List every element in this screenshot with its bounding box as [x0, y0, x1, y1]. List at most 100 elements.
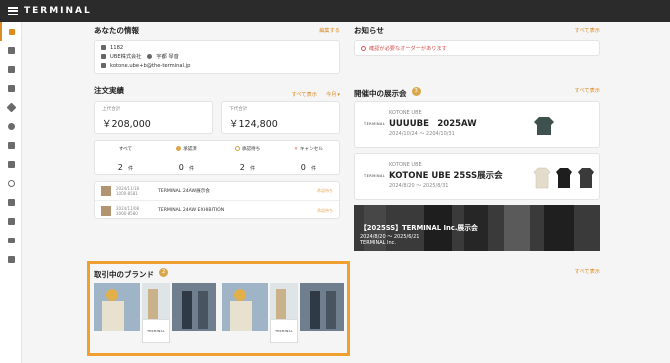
exhibition-name: UUUUBE 2025AW — [389, 119, 477, 129]
exhibition-brand: KOTONE UBE — [389, 162, 422, 168]
brand-logo: TERMINAL — [275, 329, 293, 333]
dashboard-icon — [9, 28, 15, 35]
status-pending[interactable]: 承認待ち 2 件 — [217, 141, 278, 174]
help-icon — [7, 180, 15, 187]
exhibition-logo: TERMINAL — [364, 122, 386, 126]
product-images — [533, 167, 594, 189]
brand-card[interactable]: TERMINAL — [94, 283, 216, 343]
order-thumbnail — [101, 205, 111, 216]
status-value: 2 — [239, 163, 245, 172]
profile-person: 宇都 琴音 — [156, 54, 179, 60]
app-logo[interactable]: TERMINAL — [24, 6, 92, 16]
upper-total-label: 上代合計 — [102, 107, 121, 112]
menu-icon[interactable] — [8, 7, 18, 15]
sidebar-item-logout[interactable] — [0, 250, 22, 269]
profile-card: 1182 UBE株式会社 宇都 琴音 kotone.ube+b@the-termi… — [94, 40, 340, 74]
order-thumbnail — [101, 186, 111, 196]
status-label: キャンセル — [299, 147, 323, 152]
profile-company: UBE株式会社 — [110, 54, 142, 60]
order-status: 承認待ち — [317, 207, 333, 213]
profile-email: kotone.ube+b@the-terminal.jp — [110, 63, 191, 69]
sidebar-item-dashboard[interactable] — [0, 22, 22, 41]
status-label: すべて — [118, 147, 133, 152]
status-value: 2 — [117, 163, 123, 172]
cancel-icon: ✕ — [294, 147, 298, 152]
exhibition-name: KOTONE UBE 25SS展示会 — [389, 171, 503, 181]
top-bar: TERMINAL — [0, 0, 670, 22]
status-all[interactable]: すべて 2 件 — [95, 141, 156, 174]
status-approved[interactable]: 承認済 0 件 — [156, 141, 217, 174]
news-card[interactable]: 確認が必要なオーダーがあります — [354, 40, 600, 56]
banner-company: TERMINAL Inc. — [360, 240, 396, 246]
order-status: 承認待ち — [317, 188, 333, 193]
brand-card[interactable]: TERMINAL — [222, 283, 344, 343]
status-label: 承認待ち — [241, 147, 261, 152]
chat-icon — [7, 123, 15, 130]
lower-total-card: 下代合計 ￥124,800 — [221, 101, 340, 134]
news-see-all-link[interactable]: すべて表示 — [575, 27, 600, 34]
id-card-icon — [7, 218, 15, 225]
status-unit: 件 — [249, 166, 256, 172]
sidebar-item-profile[interactable] — [0, 212, 22, 231]
order-name: TERMINAL 24AW展示会 — [158, 189, 210, 194]
exhibitions-count-badge: 3 — [411, 86, 421, 96]
mail-icon — [101, 63, 106, 68]
tag-icon — [6, 102, 16, 113]
sidebar-item-orders[interactable] — [0, 60, 22, 79]
chevron-down-icon[interactable]: ▾ — [337, 92, 340, 98]
status-cancelled[interactable]: ✕ キャンセル 0 件 — [278, 141, 339, 174]
orders-see-all-link[interactable]: すべて表示 — [292, 92, 317, 98]
exhibition-brand: KOTONE UBE — [389, 110, 422, 116]
exhibition-card[interactable]: TERMINAL KOTONE UBE UUUUBE 2025AW 2024/1… — [354, 101, 600, 148]
table-row[interactable]: 2024/11/08 1000-8580 TERMINAL 24AW EXHIB… — [95, 201, 339, 220]
exhibition-logo: TERMINAL — [364, 174, 386, 178]
exhibition-period: 2024/10/24 〜 2204/10/31 — [389, 131, 455, 137]
period-select[interactable]: 今月 — [326, 92, 336, 98]
banner-title: 【2025SS】TERMINAL Inc.展示会 — [360, 224, 478, 232]
status-unit: 件 — [188, 166, 195, 172]
list-icon — [7, 47, 15, 54]
approved-icon — [176, 146, 182, 151]
table-row[interactable]: 2024/11/18 1000-8581 TERMINAL 24AW展示会 承認… — [95, 182, 339, 201]
gift-icon — [7, 161, 15, 168]
sidebar-item-announcements[interactable] — [0, 193, 22, 212]
building-icon — [101, 54, 106, 59]
status-value: 0 — [178, 163, 184, 172]
sidebar-item-invoices[interactable] — [0, 79, 22, 98]
news-alert-text: 確認が必要なオーダーがあります — [369, 45, 447, 52]
orders-list: 2024/11/18 1000-8581 TERMINAL 24AW展示会 承認… — [94, 181, 340, 219]
person-icon — [147, 54, 153, 59]
brand-logo: TERMINAL — [147, 329, 165, 333]
sidebar-item-tags[interactable] — [0, 98, 22, 117]
sidebar-item-gifts[interactable] — [0, 155, 22, 174]
status-summary-card: すべて 2 件 承認済 0 件 承認待ち 2 件 ✕ キャンセル 0 件 — [94, 140, 340, 175]
status-unit: 件 — [127, 166, 134, 172]
news-title: お知らせ — [354, 25, 384, 35]
sidebar-item-help[interactable] — [0, 174, 22, 193]
sidebar-item-cards[interactable] — [0, 136, 22, 155]
upper-total-value: ￥208,000 — [102, 119, 151, 130]
lower-total-value: ￥124,800 — [229, 119, 278, 130]
order-code: 1000-8580 — [116, 210, 138, 216]
sidebar-item-list[interactable] — [0, 41, 22, 60]
edit-profile-link[interactable]: 編集する — [319, 27, 340, 34]
exhibition-period: 2024/8/20 〜 2025/8/31 — [389, 183, 449, 189]
sidebar-item-display[interactable] — [0, 231, 22, 250]
status-value: 0 — [300, 163, 306, 172]
status-label: 承認済 — [183, 147, 197, 152]
profile-title: あなたの情報 — [94, 25, 139, 35]
exhibition-card[interactable]: TERMINAL KOTONE UBE KOTONE UBE 25SS展示会 2… — [354, 153, 600, 200]
logout-icon — [7, 256, 15, 263]
exhibition-banner[interactable]: 【2025SS】TERMINAL Inc.展示会 2024/8/20 〜 202… — [354, 205, 600, 251]
alert-icon — [361, 45, 366, 51]
exhibitions-see-all-link[interactable]: すべて表示 — [575, 87, 600, 94]
exhibitions-title: 開催中の展示会 — [354, 88, 407, 98]
brand-logo-box: TERMINAL — [270, 319, 298, 343]
order-name: TERMINAL 24AW EXHIBITION — [158, 208, 225, 213]
brands-see-all-link[interactable]: すべて表示 — [575, 268, 600, 275]
card-icon — [7, 142, 15, 149]
monitor-icon — [7, 238, 15, 243]
sidebar — [0, 22, 22, 363]
megaphone-icon — [7, 199, 15, 206]
sidebar-item-messages[interactable] — [0, 117, 22, 136]
